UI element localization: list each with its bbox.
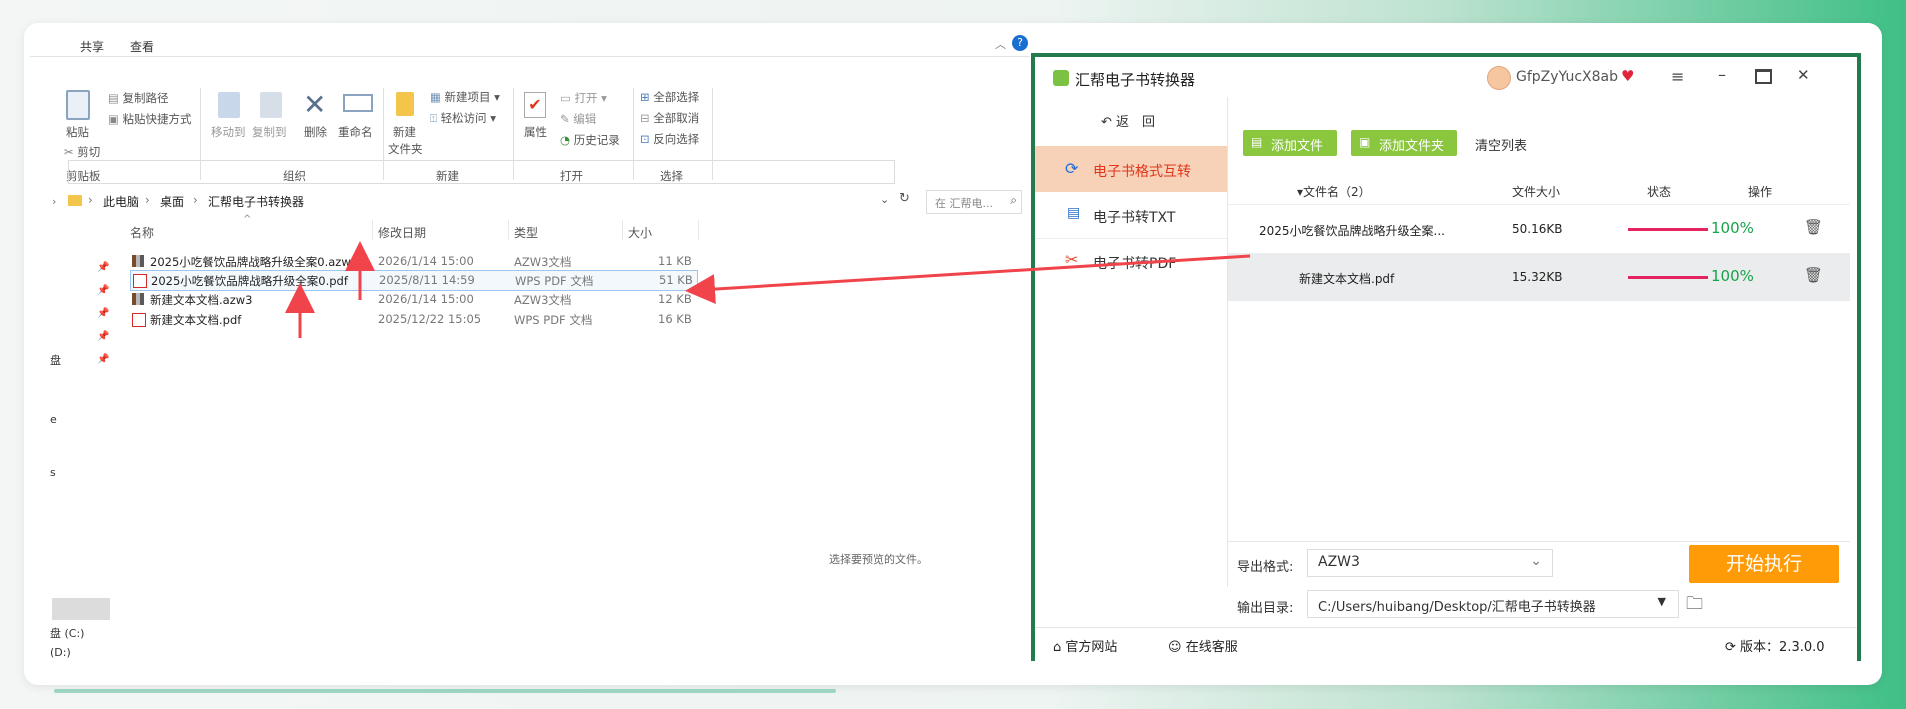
annotation-arrows bbox=[285, 241, 1251, 338]
annotation-arrow bbox=[685, 254, 1251, 305]
